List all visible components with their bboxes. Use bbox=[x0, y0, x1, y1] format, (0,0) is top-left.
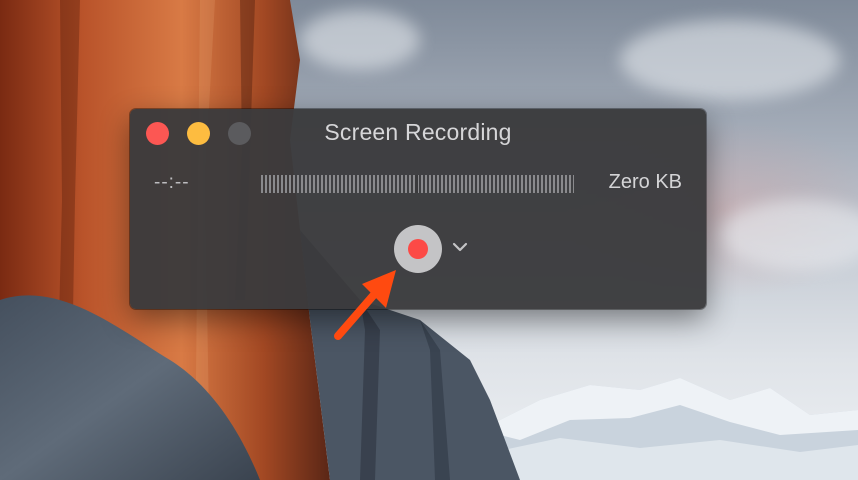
chevron-down-icon[interactable] bbox=[450, 237, 470, 257]
annotation-arrow-icon bbox=[334, 270, 396, 340]
desktop-wallpaper: Screen Recording --:-- Zero KB bbox=[0, 0, 858, 480]
cloud bbox=[620, 20, 840, 100]
record-icon bbox=[408, 239, 428, 259]
file-size-label: Zero KB bbox=[608, 171, 682, 193]
screen-recording-window: Screen Recording --:-- Zero KB bbox=[130, 109, 706, 309]
recording-timer: --:-- bbox=[154, 172, 190, 193]
audio-meter-divider bbox=[415, 175, 418, 193]
window-title: Screen Recording bbox=[324, 119, 512, 145]
